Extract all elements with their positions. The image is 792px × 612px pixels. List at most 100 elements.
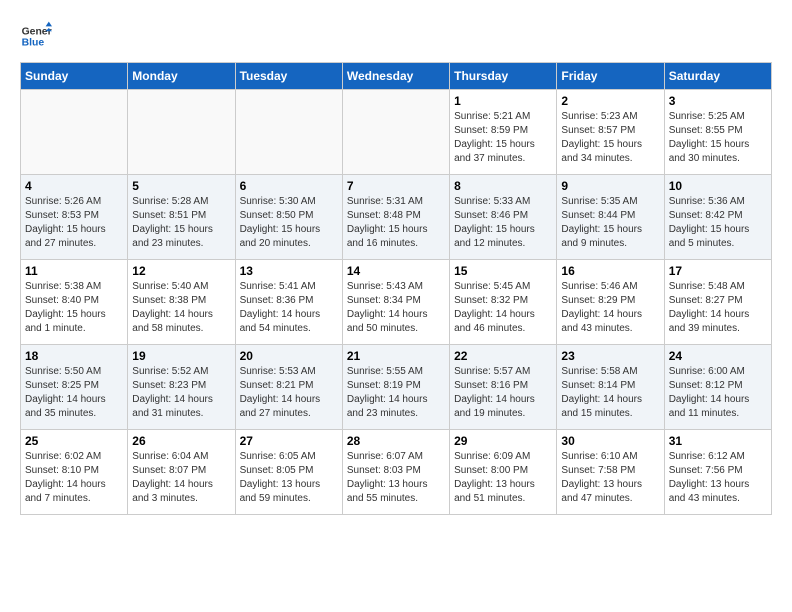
day-number: 22 [454,349,552,363]
day-info: Sunrise: 5:31 AMSunset: 8:48 PMDaylight:… [347,195,445,251]
day-number: 31 [669,434,767,448]
column-header-friday: Friday [557,63,664,90]
column-header-saturday: Saturday [664,63,771,90]
day-info: Sunrise: 6:00 AMSunset: 8:12 PMDaylight:… [669,365,767,421]
calendar-cell: 4Sunrise: 5:26 AMSunset: 8:53 PMDaylight… [21,175,128,260]
day-info: Sunrise: 6:10 AMSunset: 7:58 PMDaylight:… [561,450,659,506]
day-info: Sunrise: 5:57 AMSunset: 8:16 PMDaylight:… [454,365,552,421]
svg-text:General: General [22,26,52,37]
day-number: 24 [669,349,767,363]
day-number: 18 [25,349,123,363]
column-header-tuesday: Tuesday [235,63,342,90]
calendar-cell [21,90,128,175]
day-info: Sunrise: 5:38 AMSunset: 8:40 PMDaylight:… [25,280,123,336]
day-info: Sunrise: 5:36 AMSunset: 8:42 PMDaylight:… [669,195,767,251]
day-info: Sunrise: 5:30 AMSunset: 8:50 PMDaylight:… [240,195,338,251]
day-number: 28 [347,434,445,448]
calendar-cell: 22 Sunrise: 5:57 AMSunset: 8:16 PMDayligh… [450,345,557,430]
column-header-monday: Monday [128,63,235,90]
column-header-sunday: Sunday [21,63,128,90]
calendar-cell: 3 Sunrise: 5:25 AMSunset: 8:55 PMDaylight… [664,90,771,175]
calendar-cell: 16 Sunrise: 5:46 AMSunset: 8:29 PMDayligh… [557,260,664,345]
calendar-cell: 1 Sunrise: 5:21 AMSunset: 8:59 PMDaylight… [450,90,557,175]
day-info: Sunrise: 6:07 AMSunset: 8:03 PMDaylight:… [347,450,445,506]
calendar-cell: 2 Sunrise: 5:23 AMSunset: 8:57 PMDaylight… [557,90,664,175]
day-info: Sunrise: 5:21 AMSunset: 8:59 PMDaylight:… [454,110,552,166]
day-info: Sunrise: 5:41 AMSunset: 8:36 PMDaylight:… [240,280,338,336]
day-info: Sunrise: 5:58 AMSunset: 8:14 PMDaylight:… [561,365,659,421]
column-header-thursday: Thursday [450,63,557,90]
calendar-cell: 27 Sunrise: 6:05 AMSunset: 8:05 PMDayligh… [235,430,342,515]
day-number: 7 [347,179,445,193]
calendar-cell: 8 Sunrise: 5:33 AMSunset: 8:46 PMDaylight… [450,175,557,260]
day-info: Sunrise: 5:28 AMSunset: 8:51 PMDaylight:… [132,195,230,251]
calendar-cell: 14Sunrise: 5:43 AMSunset: 8:34 PMDayligh… [342,260,449,345]
calendar-cell [128,90,235,175]
day-number: 15 [454,264,552,278]
day-info: Sunrise: 5:53 AMSunset: 8:21 PMDaylight:… [240,365,338,421]
calendar-cell: 25 Sunrise: 6:02 AMSunset: 8:10 PMDayligh… [21,430,128,515]
day-info: Sunrise: 5:35 AMSunset: 8:44 PMDaylight:… [561,195,659,251]
day-number: 10 [669,179,767,193]
day-number: 14 [347,264,445,278]
day-number: 30 [561,434,659,448]
day-info: Sunrise: 6:12 AMSunset: 7:56 PMDaylight:… [669,450,767,506]
day-number: 16 [561,264,659,278]
logo-icon: General Blue [20,20,52,52]
day-info: Sunrise: 6:02 AMSunset: 8:10 PMDaylight:… [25,450,123,506]
calendar-cell: 31 Sunrise: 6:12 AMSunset: 7:56 PMDayligh… [664,430,771,515]
svg-text:Blue: Blue [22,38,45,49]
calendar-cell: 7 Sunrise: 5:31 AMSunset: 8:48 PMDaylight… [342,175,449,260]
day-info: Sunrise: 5:55 AMSunset: 8:19 PMDaylight:… [347,365,445,421]
day-number: 23 [561,349,659,363]
day-number: 12 [132,264,230,278]
day-info: Sunrise: 5:40 AMSunset: 8:38 PMDaylight:… [132,280,230,336]
calendar-cell: 15 Sunrise: 5:45 AMSunset: 8:32 PMDayligh… [450,260,557,345]
day-number: 9 [561,179,659,193]
day-number: 6 [240,179,338,193]
day-number: 2 [561,94,659,108]
calendar-cell: 21 Sunrise: 5:55 AMSunset: 8:19 PMDayligh… [342,345,449,430]
day-number: 13 [240,264,338,278]
day-number: 20 [240,349,338,363]
day-number: 29 [454,434,552,448]
calendar-cell: 26 Sunrise: 6:04 AMSunset: 8:07 PMDayligh… [128,430,235,515]
calendar-cell: 30 Sunrise: 6:10 AMSunset: 7:58 PMDayligh… [557,430,664,515]
calendar-cell: 11 Sunrise: 5:38 AMSunset: 8:40 PMDayligh… [21,260,128,345]
calendar-cell: 28 Sunrise: 6:07 AMSunset: 8:03 PMDayligh… [342,430,449,515]
calendar-cell: 17Sunrise: 5:48 AMSunset: 8:27 PMDayligh… [664,260,771,345]
day-number: 1 [454,94,552,108]
day-number: 3 [669,94,767,108]
column-header-wednesday: Wednesday [342,63,449,90]
calendar-table: SundayMondayTuesdayWednesdayThursdayFrid… [20,62,772,515]
day-number: 25 [25,434,123,448]
calendar-cell [342,90,449,175]
day-info: Sunrise: 6:04 AMSunset: 8:07 PMDaylight:… [132,450,230,506]
calendar-cell: 24 Sunrise: 6:00 AMSunset: 8:12 PMDayligh… [664,345,771,430]
calendar-cell: 18 Sunrise: 5:50 AMSunset: 8:25 PMDayligh… [21,345,128,430]
day-info: Sunrise: 6:05 AMSunset: 8:05 PMDaylight:… [240,450,338,506]
day-info: Sunrise: 5:45 AMSunset: 8:32 PMDaylight:… [454,280,552,336]
day-number: 8 [454,179,552,193]
day-info: Sunrise: 6:09 AMSunset: 8:00 PMDaylight:… [454,450,552,506]
calendar-cell: 9 Sunrise: 5:35 AMSunset: 8:44 PMDaylight… [557,175,664,260]
calendar-cell: 10 Sunrise: 5:36 AMSunset: 8:42 PMDayligh… [664,175,771,260]
day-info: Sunrise: 5:52 AMSunset: 8:23 PMDaylight:… [132,365,230,421]
day-info: Sunrise: 5:25 AMSunset: 8:55 PMDaylight:… [669,110,767,166]
logo: General Blue [20,20,52,52]
day-info: Sunrise: 5:23 AMSunset: 8:57 PMDaylight:… [561,110,659,166]
calendar-cell: 6 Sunrise: 5:30 AMSunset: 8:50 PMDaylight… [235,175,342,260]
day-info: Sunrise: 5:33 AMSunset: 8:46 PMDaylight:… [454,195,552,251]
calendar-cell: 13 Sunrise: 5:41 AMSunset: 8:36 PMDayligh… [235,260,342,345]
day-number: 11 [25,264,123,278]
day-info: Sunrise: 5:50 AMSunset: 8:25 PMDaylight:… [25,365,123,421]
day-number: 21 [347,349,445,363]
day-number: 26 [132,434,230,448]
calendar-cell: 12 Sunrise: 5:40 AMSunset: 8:38 PMDayligh… [128,260,235,345]
calendar-cell: 29 Sunrise: 6:09 AMSunset: 8:00 PMDayligh… [450,430,557,515]
day-number: 27 [240,434,338,448]
calendar-cell: 20 Sunrise: 5:53 AMSunset: 8:21 PMDayligh… [235,345,342,430]
calendar-cell: 19Sunrise: 5:52 AMSunset: 8:23 PMDayligh… [128,345,235,430]
day-info: Sunrise: 5:48 AMSunset: 8:27 PMDaylight:… [669,280,767,336]
day-info: Sunrise: 5:46 AMSunset: 8:29 PMDaylight:… [561,280,659,336]
